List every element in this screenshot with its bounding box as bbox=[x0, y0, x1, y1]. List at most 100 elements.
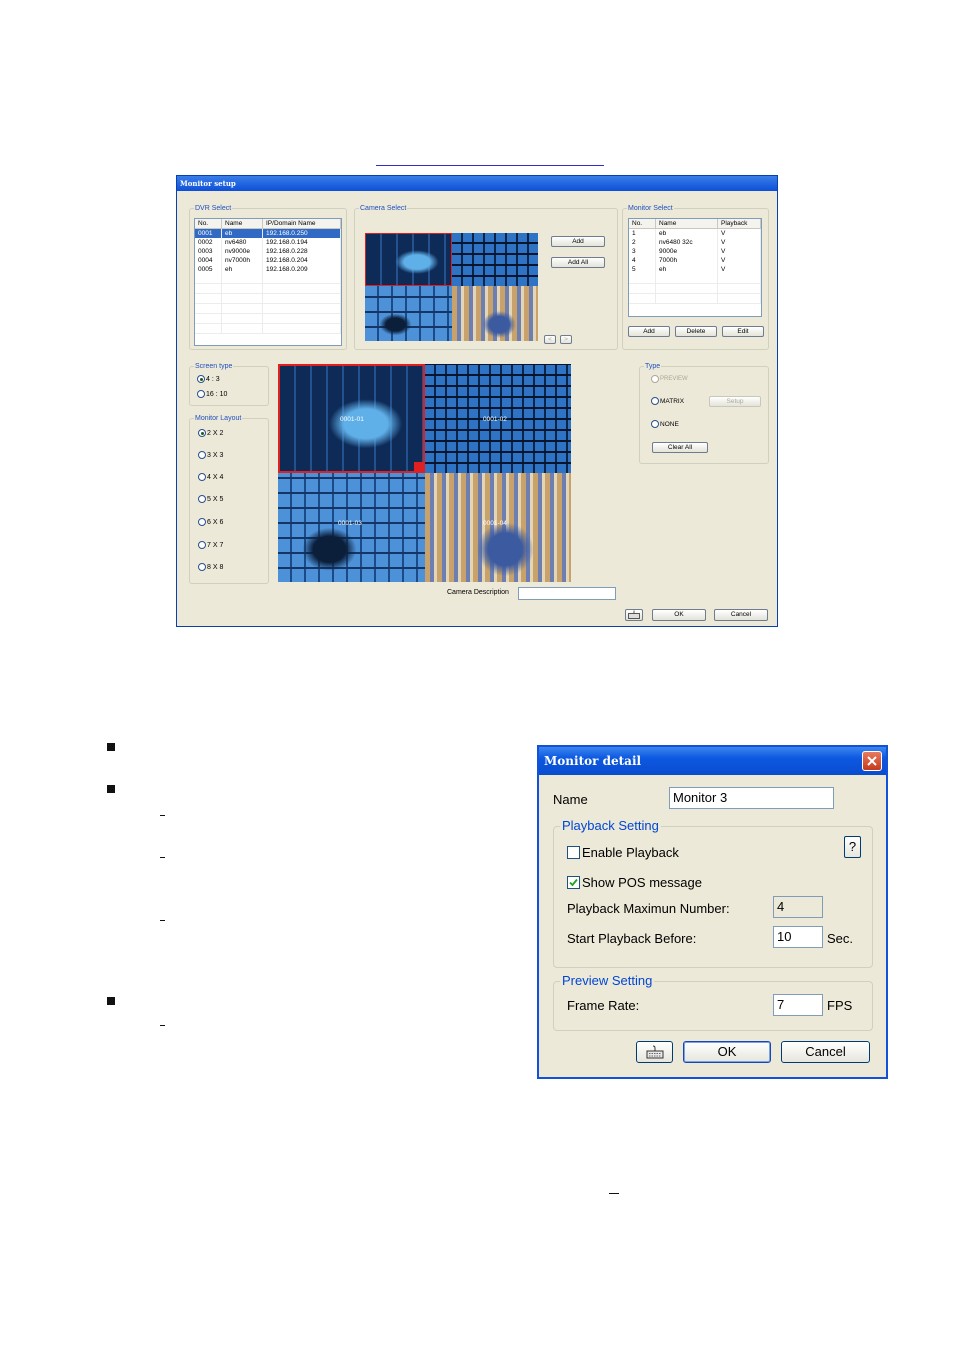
layout-8x8-radio[interactable]: 8 X 8 bbox=[198, 563, 223, 571]
option-label: 3 X 3 bbox=[207, 451, 224, 459]
ok-button[interactable]: OK bbox=[652, 609, 706, 621]
table-row[interactable]: 3 9000e V bbox=[629, 247, 761, 256]
group-title: Monitor Select bbox=[627, 204, 674, 213]
layout-7x7-radio[interactable]: 7 X 7 bbox=[198, 541, 223, 549]
preview-cell[interactable]: 0001-01 bbox=[278, 364, 425, 473]
radio-button[interactable] bbox=[198, 451, 206, 459]
type-preview-radio[interactable]: PREVIEW bbox=[651, 375, 688, 383]
preview-cell[interactable]: 0001-04 bbox=[425, 473, 571, 582]
preview-setting-group: Preview Setting Frame Rate: 7 FPS bbox=[553, 973, 873, 1031]
table-row[interactable]: 0004 nv7000h 192.168.0.204 bbox=[195, 256, 341, 265]
table-row[interactable]: 4 7000h V bbox=[629, 256, 761, 265]
show-pos-checkbox[interactable] bbox=[567, 876, 580, 889]
dash-marker bbox=[160, 815, 165, 816]
column-header[interactable]: Name bbox=[655, 219, 718, 229]
cancel-button[interactable]: Cancel bbox=[781, 1041, 870, 1063]
name-label: Name bbox=[553, 792, 588, 807]
camera-add-button[interactable]: Add bbox=[551, 236, 605, 247]
cell: nv6480 bbox=[221, 238, 263, 247]
dialog-title: Monitor detail bbox=[539, 747, 886, 775]
column-header[interactable]: IP/Domain Name bbox=[262, 219, 341, 229]
monitor-add-button[interactable]: Add bbox=[628, 326, 670, 337]
radio-button[interactable] bbox=[651, 420, 659, 428]
prev-page-button[interactable]: < bbox=[544, 335, 556, 344]
start-before-unit: Sec. bbox=[827, 931, 854, 946]
type-none-radio[interactable]: NONE bbox=[651, 420, 679, 428]
cell: V bbox=[717, 247, 761, 256]
radio-button[interactable] bbox=[651, 397, 659, 405]
radio-button[interactable] bbox=[197, 390, 205, 398]
checkmark-icon bbox=[569, 878, 578, 887]
radio-button[interactable] bbox=[198, 518, 206, 526]
layout-6x6-radio[interactable]: 6 X 6 bbox=[198, 518, 223, 526]
group-title: Monitor Layout bbox=[194, 414, 243, 423]
radio-button[interactable] bbox=[197, 375, 205, 383]
ok-button[interactable]: OK bbox=[683, 1041, 771, 1063]
radio-button[interactable] bbox=[198, 473, 206, 481]
column-header[interactable]: Playback bbox=[717, 219, 761, 229]
preview-cell[interactable]: 0001-03 bbox=[278, 473, 425, 582]
monitor-delete-button[interactable]: Delete bbox=[675, 326, 717, 337]
help-button[interactable]: ? bbox=[844, 836, 861, 858]
dvr-list[interactable]: No. Name IP/Domain Name 0001 eb 192.168.… bbox=[194, 218, 342, 346]
camera-add-all-button[interactable]: Add All bbox=[551, 257, 605, 268]
cell: 0002 bbox=[195, 238, 222, 247]
start-before-input[interactable]: 10 bbox=[773, 926, 823, 948]
monitor-detail-dialog: Monitor detail Name Monitor 3 Playback S… bbox=[537, 745, 888, 1079]
camera-thumbnail[interactable] bbox=[452, 233, 538, 286]
cancel-button[interactable]: Cancel bbox=[714, 609, 768, 621]
radio-button[interactable] bbox=[651, 375, 659, 383]
type-matrix-radio[interactable]: MATRIX bbox=[651, 397, 684, 405]
next-page-button[interactable]: > bbox=[560, 335, 572, 344]
dvr-select-group: DVR Select No. Name IP/Domain Name 0001 … bbox=[189, 204, 347, 350]
table-row[interactable]: 0001 eb 192.168.0.250 bbox=[195, 228, 341, 238]
screen-type-16-10-radio[interactable]: 16 : 10 bbox=[197, 390, 227, 398]
resize-handle[interactable] bbox=[414, 462, 423, 471]
close-button[interactable] bbox=[862, 751, 882, 771]
radio-button[interactable] bbox=[198, 563, 206, 571]
close-icon bbox=[867, 756, 877, 766]
camera-thumbnail[interactable] bbox=[365, 233, 452, 286]
group-title: DVR Select bbox=[194, 204, 233, 213]
monitor-list[interactable]: No. Name Playback 1 eb V 2 nv6480 32c V bbox=[628, 218, 762, 317]
layout-2x2-radio[interactable]: 2 X 2 bbox=[198, 429, 223, 437]
cell: 9000e bbox=[655, 247, 718, 256]
column-header[interactable]: Name bbox=[221, 219, 263, 229]
table-row[interactable]: 5 eh V bbox=[629, 265, 761, 274]
camera-thumbnail[interactable] bbox=[365, 286, 452, 341]
radio-button[interactable] bbox=[198, 429, 206, 437]
layout-3x3-radio[interactable]: 3 X 3 bbox=[198, 451, 223, 459]
max-number-input[interactable]: 4 bbox=[773, 896, 823, 918]
enable-playback-checkbox[interactable] bbox=[567, 846, 580, 859]
camera-description-input[interactable] bbox=[518, 587, 616, 600]
monitor-select-group: Monitor Select No. Name Playback 1 eb V … bbox=[622, 204, 769, 350]
option-label: 4 X 4 bbox=[207, 473, 224, 481]
column-header[interactable]: No. bbox=[195, 219, 222, 229]
monitor-edit-button[interactable]: Edit bbox=[722, 326, 764, 337]
table-row[interactable]: 0003 nv9000e 192.168.0.228 bbox=[195, 247, 341, 256]
link-underline bbox=[376, 165, 604, 166]
name-input[interactable]: Monitor 3 bbox=[669, 787, 834, 809]
keyboard-button[interactable] bbox=[636, 1041, 673, 1063]
frame-rate-input[interactable]: 7 bbox=[773, 994, 823, 1016]
clear-all-button[interactable]: Clear All bbox=[652, 442, 708, 453]
screen-type-4-3-radio[interactable]: 4 : 3 bbox=[197, 375, 220, 383]
layout-5x5-radio[interactable]: 5 X 5 bbox=[198, 495, 223, 503]
keyboard-button[interactable] bbox=[625, 609, 643, 621]
cell: nv9000e bbox=[221, 247, 263, 256]
setup-button[interactable]: Setup bbox=[709, 396, 761, 407]
table-row[interactable]: 0005 eh 192.168.0.209 bbox=[195, 265, 341, 274]
cell: eb bbox=[655, 228, 718, 238]
layout-4x4-radio[interactable]: 4 X 4 bbox=[198, 473, 223, 481]
radio-button[interactable] bbox=[198, 495, 206, 503]
camera-thumbnail[interactable] bbox=[452, 286, 538, 341]
table-row[interactable]: 2 nv6480 32c V bbox=[629, 238, 761, 247]
preview-cell[interactable]: 0001-02 bbox=[425, 364, 571, 473]
cell: eh bbox=[655, 265, 718, 274]
start-before-label: Start Playback Before: bbox=[567, 931, 697, 946]
table-row[interactable]: 0002 nv6480 192.168.0.194 bbox=[195, 238, 341, 247]
cell: 2 bbox=[629, 238, 656, 247]
radio-button[interactable] bbox=[198, 541, 206, 549]
table-row[interactable]: 1 eb V bbox=[629, 228, 761, 238]
column-header[interactable]: No. bbox=[629, 219, 656, 229]
